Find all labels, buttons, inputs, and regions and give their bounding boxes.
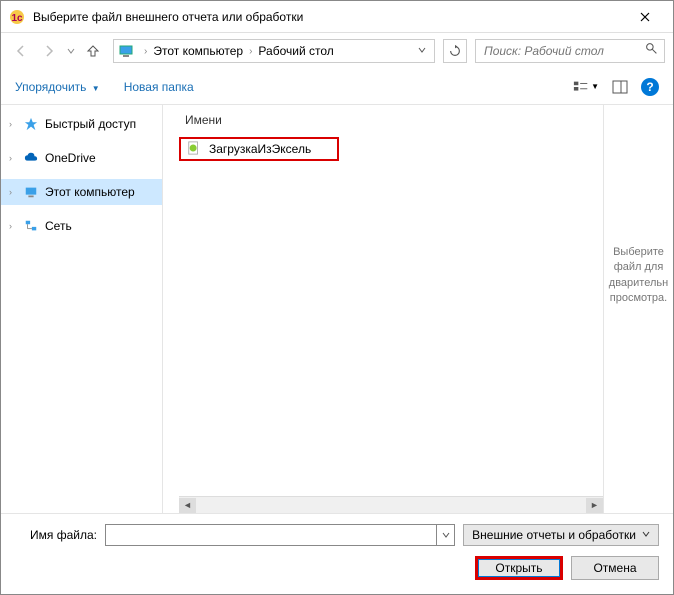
- sidebar-label: Сеть: [45, 219, 72, 233]
- titlebar: 1c Выберите файл внешнего отчета или обр…: [1, 1, 673, 33]
- recent-dropdown[interactable]: [65, 39, 77, 63]
- file-icon: [187, 141, 203, 157]
- dialog-body: › Быстрый доступ › OneDrive › Э: [1, 105, 673, 513]
- svg-text:1c: 1c: [11, 13, 23, 24]
- chevron-down-icon: ▼: [92, 84, 100, 93]
- sidebar-item-network[interactable]: › Сеть: [1, 213, 162, 239]
- sidebar-label: Этот компьютер: [45, 185, 135, 199]
- sidebar-item-thispc[interactable]: › Этот компьютер: [1, 179, 162, 205]
- refresh-button[interactable]: [443, 39, 467, 63]
- pc-icon: [23, 184, 39, 200]
- star-icon: [23, 116, 39, 132]
- main-area: Имени ЗагрузкаИзЭксель ◄ ► Выберите файл…: [163, 105, 673, 513]
- open-button-label: Открыть: [478, 559, 560, 577]
- file-list[interactable]: Имени ЗагрузкаИзЭксель ◄ ►: [163, 105, 603, 513]
- cloud-icon: [23, 150, 39, 166]
- back-button: [9, 39, 33, 63]
- file-dialog: 1c Выберите файл внешнего отчета или обр…: [0, 0, 674, 595]
- forward-button: [37, 39, 61, 63]
- navigation-tree: › Быстрый доступ › OneDrive › Э: [1, 105, 163, 513]
- network-icon: [23, 218, 39, 234]
- filename-dropdown[interactable]: [437, 524, 455, 546]
- filename-label: Имя файла:: [15, 528, 97, 542]
- chevron-right-icon[interactable]: ›: [9, 221, 19, 231]
- window-title: Выберите файл внешнего отчета или обрабо…: [33, 10, 625, 24]
- sidebar-label: OneDrive: [45, 151, 96, 165]
- breadcrumb-thispc[interactable]: Этот компьютер: [153, 44, 243, 58]
- filename-input[interactable]: [105, 524, 437, 546]
- help-button[interactable]: ?: [641, 78, 659, 96]
- column-header-name[interactable]: Имени: [179, 113, 603, 127]
- view-options-button[interactable]: ▼: [573, 76, 599, 98]
- chevron-down-icon: [642, 530, 650, 540]
- organize-label: Упорядочить: [15, 80, 86, 94]
- chevron-right-icon[interactable]: ›: [249, 46, 252, 57]
- preview-pane-button[interactable]: [607, 76, 633, 98]
- sidebar-item-quickaccess[interactable]: › Быстрый доступ: [1, 111, 162, 137]
- navbar: › Этот компьютер › Рабочий стол: [1, 33, 673, 69]
- app-icon: 1c: [9, 9, 25, 25]
- new-folder-button[interactable]: Новая папка: [124, 80, 194, 94]
- open-button[interactable]: Открыть: [475, 556, 563, 580]
- chevron-right-icon[interactable]: ›: [9, 153, 19, 163]
- cancel-button[interactable]: Отмена: [571, 556, 659, 580]
- sidebar-label: Быстрый доступ: [45, 117, 136, 131]
- chevron-right-icon[interactable]: ›: [9, 119, 19, 129]
- address-bar[interactable]: › Этот компьютер › Рабочий стол: [113, 39, 435, 63]
- file-type-filter[interactable]: Внешние отчеты и обработки: [463, 524, 659, 546]
- up-button[interactable]: [81, 39, 105, 63]
- footer: Имя файла: Внешние отчеты и обработки От…: [1, 513, 673, 594]
- organize-menu[interactable]: Упорядочить ▼: [15, 80, 100, 94]
- breadcrumb-desktop[interactable]: Рабочий стол: [258, 44, 333, 58]
- search-icon[interactable]: [645, 42, 658, 60]
- scroll-right-icon[interactable]: ►: [586, 498, 603, 513]
- chevron-right-icon[interactable]: ›: [144, 46, 147, 57]
- sidebar-item-onedrive[interactable]: › OneDrive: [1, 145, 162, 171]
- horizontal-scrollbar[interactable]: ◄ ►: [179, 496, 603, 513]
- search-box[interactable]: [475, 39, 665, 63]
- preview-pane: Выберите файл для дварительн просмотра.: [603, 105, 673, 513]
- filter-label: Внешние отчеты и обработки: [472, 528, 636, 542]
- scroll-left-icon[interactable]: ◄: [179, 498, 196, 513]
- chevron-right-icon[interactable]: ›: [9, 187, 19, 197]
- pc-icon: [118, 43, 134, 59]
- toolbar: Упорядочить ▼ Новая папка ▼ ?: [1, 69, 673, 105]
- file-name-label: ЗагрузкаИзЭксель: [209, 142, 311, 156]
- close-button[interactable]: [625, 1, 665, 32]
- file-item[interactable]: ЗагрузкаИзЭксель: [179, 137, 339, 161]
- chevron-down-icon: ▼: [591, 82, 599, 91]
- search-input[interactable]: [482, 43, 645, 59]
- address-dropdown[interactable]: [414, 46, 430, 56]
